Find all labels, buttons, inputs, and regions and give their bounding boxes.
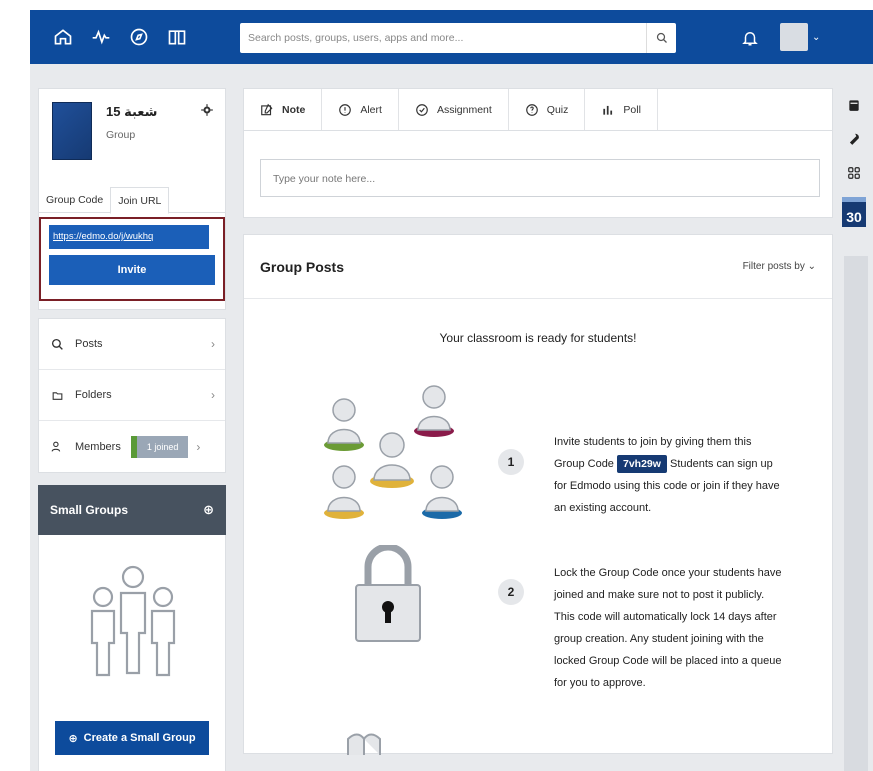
search-icon[interactable] [646, 23, 676, 53]
group-code-tabs: Group Code Join URL [39, 187, 225, 214]
assignment-check-icon [416, 103, 428, 116]
group-name: شعبة 15 [106, 104, 158, 119]
tab-label: Assignment [436, 103, 492, 116]
group-posts-header: Group Posts Filter posts by ⌄ [244, 235, 832, 299]
invite-button[interactable]: Invite [49, 255, 215, 285]
apps-grid-icon[interactable] [840, 156, 868, 190]
poll-bars-icon [603, 105, 613, 115]
wrench-icon[interactable] [840, 122, 868, 156]
discover-compass-icon[interactable] [120, 18, 158, 56]
sidebar-item-label: Folders [75, 389, 112, 401]
library-book-icon[interactable] [158, 18, 196, 56]
tab-group-code[interactable]: Group Code [39, 187, 110, 212]
lock-icon [355, 545, 421, 642]
step-2-text: Lock the Group Code once your students h… [554, 567, 782, 689]
chevron-right-icon: › [211, 388, 215, 402]
folder-icon [49, 387, 65, 403]
small-groups-panel: Small Groups ⊕ ⊕ Create a Small Group [38, 485, 226, 771]
tab-quiz[interactable]: Quiz [509, 89, 586, 130]
note-edit-icon [261, 103, 273, 115]
tab-assignment[interactable]: Assignment [399, 89, 509, 130]
scrollbar[interactable] [844, 256, 868, 771]
search-icon [49, 336, 65, 352]
create-small-group-label: Create a Small Group [83, 732, 196, 744]
search-bar [240, 23, 676, 53]
account-menu[interactable]: ⌄ [780, 23, 820, 51]
classroom-ready-message: Your classroom is ready for students! [439, 331, 637, 345]
group-code-chip: 7vh29w [617, 455, 667, 473]
tab-alert[interactable]: Alert [322, 89, 399, 130]
tab-note[interactable]: Note [244, 89, 323, 130]
small-groups-body: ⊕ Create a Small Group [38, 535, 226, 771]
members-joined-badge: 1 joined [130, 435, 189, 458]
tab-label: Poll [623, 103, 641, 116]
students-network-illustration [324, 385, 462, 519]
book-icon [347, 733, 381, 755]
nav-icons [44, 18, 196, 56]
post-composer: Note Alert Assignment Quiz Poll Type you… [243, 88, 833, 218]
home-icon[interactable] [44, 18, 82, 56]
activity-icon[interactable] [82, 18, 120, 56]
backpack-icon[interactable] [840, 88, 868, 122]
calendar-icon[interactable]: 30 [840, 190, 868, 234]
top-navigation-bar: ⌄ [30, 10, 873, 64]
members-icon [49, 439, 65, 455]
group-posts-title: Group Posts [260, 258, 345, 275]
gear-icon[interactable] [200, 103, 216, 119]
sidebar-item-members[interactable]: Members 1 joined › [39, 421, 225, 472]
chevron-right-icon: › [196, 439, 201, 454]
right-rail: 30 [840, 88, 868, 771]
note-input[interactable]: Type your note here... [260, 159, 820, 197]
tab-poll[interactable]: Poll [585, 89, 658, 130]
step-number: 1 [498, 449, 524, 475]
filter-posts-dropdown[interactable]: Filter posts by ⌄ [743, 261, 816, 272]
alert-icon [339, 103, 352, 116]
sidebar-item-label: Posts [75, 338, 103, 350]
tab-label: Quiz [546, 103, 569, 116]
calendar-day: 30 [842, 197, 866, 227]
search-input[interactable] [240, 23, 646, 53]
create-small-group-button[interactable]: ⊕ Create a Small Group [55, 721, 209, 755]
small-groups-title: Small Groups [50, 503, 129, 517]
sidebar-item-label: Members [75, 440, 121, 453]
sidebar-item-posts[interactable]: Posts › [39, 319, 225, 370]
step-number: 2 [498, 579, 524, 605]
filter-label: Filter posts by [742, 261, 805, 272]
group-card: شعبة 15 Group Group Code Join URL https:… [38, 88, 226, 310]
tab-join-url[interactable]: Join URL [110, 187, 170, 214]
chevron-down-icon: ⌄ [807, 261, 816, 272]
chevron-down-icon[interactable]: ⌄ [812, 32, 820, 43]
chevron-right-icon: › [211, 337, 215, 351]
join-url-field[interactable]: https://edmo.do/j/wukhq [49, 225, 209, 249]
sidebar-item-folders[interactable]: Folders › [39, 370, 225, 421]
tab-label: Note [282, 103, 306, 116]
group-menu: Posts › Folders › Members 1 joined › [38, 318, 226, 473]
people-group-icon [90, 565, 176, 677]
small-groups-header: Small Groups ⊕ [38, 485, 226, 535]
main-content: Note Alert Assignment Quiz Poll Type you… [243, 88, 833, 755]
group-type: Group [106, 129, 136, 141]
quiz-icon [525, 103, 538, 116]
left-sidebar: شعبة 15 Group Group Code Join URL https:… [38, 88, 226, 771]
avatar[interactable] [780, 23, 808, 51]
group-thumbnail [52, 102, 92, 160]
notification-bell-icon[interactable] [736, 24, 764, 52]
step-1-text: Invite students to join by giving them t… [554, 431, 784, 519]
add-circle-icon[interactable]: ⊕ [203, 502, 214, 518]
tab-label: Alert [360, 103, 382, 116]
composer-tabs: Note Alert Assignment Quiz Poll [244, 89, 832, 131]
join-url-invite-box: https://edmo.do/j/wukhq Invite [39, 217, 225, 301]
add-circle-icon: ⊕ [68, 732, 78, 745]
group-posts-panel: Group Posts Filter posts by ⌄ Your class… [243, 234, 833, 755]
